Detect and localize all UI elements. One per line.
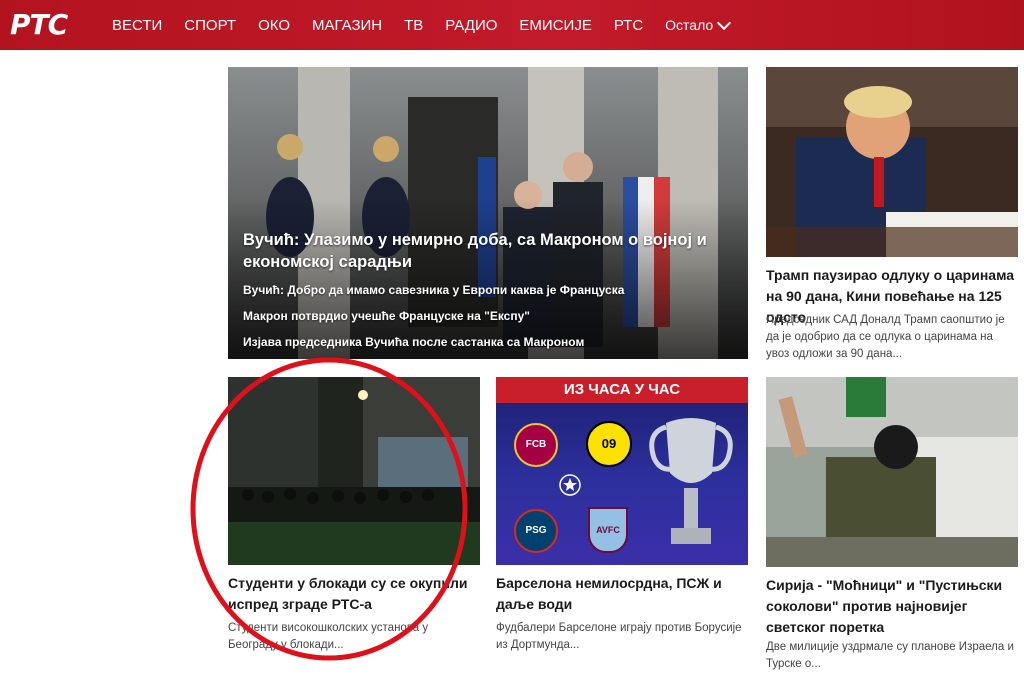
hero-related-link[interactable]: Изјава председника Вучића после састанка… [243,334,733,351]
nav-more-dropdown[interactable]: Остало [665,15,732,33]
hero-related-link[interactable]: Макрон потврдио учешће Француске на "Екс… [243,308,733,325]
hero-article[interactable]: Вучић: Улазимо у немирно доба, са Макрон… [228,67,748,359]
article-title[interactable]: Барселона немилосрдна, ПСЖ и даље води [496,573,748,615]
live-banner: ИЗ ЧАСА У ЧАС [496,377,748,403]
article-summary: Председник САД Доналд Трамп саопштио је … [766,314,1005,360]
article-card-students[interactable]: Студенти у блокади су се окупили испред … [228,377,480,657]
nav-more-label: Остало [665,17,714,33]
top-navigation-bar: РТС ВЕСТИ СПОРТ ОКО МАГАЗИН ТВ РАДИО ЕМИ… [0,0,1024,50]
hero-related-link[interactable]: Вучић: Добро да имамо савезника у Европи… [243,282,733,299]
article-title[interactable]: Студенти у блокади су се окупили испред … [228,573,468,615]
hero-title[interactable]: Вучић: Улазимо у немирно доба, са Макрон… [243,229,733,273]
psg-crest-icon: PSG [514,509,558,553]
article-card-trump[interactable]: Трамп паузирао одлуку о царинама на 90 д… [766,67,1018,367]
article-card-champions-league[interactable]: ИЗ ЧАСА У ЧАС FCB 09 PSG AVFC Барселона … [496,377,748,657]
article-image [766,377,1018,567]
trophy-icon [649,418,733,544]
nav-item-sport[interactable]: СПОРТ [184,17,236,34]
article-summary: Студенти високошколских установа у Беогр… [228,622,429,651]
article-summary: Фудбалери Барселоне играју против Боруси… [496,622,742,651]
barcelona-crest-icon: FCB [514,423,558,467]
dortmund-crest-icon: 09 [586,421,632,467]
nav-item-tv[interactable]: ТВ [404,17,423,34]
main-nav: ВЕСТИ СПОРТ ОКО МАГАЗИН ТВ РАДИО ЕМИСИЈЕ… [112,0,751,50]
nav-item-vesti[interactable]: ВЕСТИ [112,17,162,34]
nav-item-emisije[interactable]: ЕМИСИЈЕ [519,17,591,34]
nav-item-rts[interactable]: РТС [614,17,643,34]
article-image [228,377,480,565]
rts-logo[interactable]: РТС [10,10,74,40]
article-card-syria[interactable]: Сирија - "Моћници" и "Пустињски соколови… [766,377,1018,677]
hero-text-block: Вучић: Улазимо у немирно доба, са Макрон… [243,229,733,351]
nav-item-magazin[interactable]: МАГАЗИН [312,17,382,34]
article-summary: Две милиције уздрмале су планове Израела… [766,641,1014,670]
chevron-down-icon [717,15,732,30]
aston-villa-crest-icon: AVFC [588,507,628,553]
nav-item-radio[interactable]: РАДИО [445,17,497,34]
article-image [766,67,1018,257]
nav-item-oko[interactable]: ОКО [258,17,290,34]
champions-league-star-icon [559,474,581,496]
article-image: ИЗ ЧАСА У ЧАС FCB 09 PSG AVFC [496,377,748,565]
article-title[interactable]: Сирија - "Моћници" и "Пустињски соколови… [766,575,1018,638]
